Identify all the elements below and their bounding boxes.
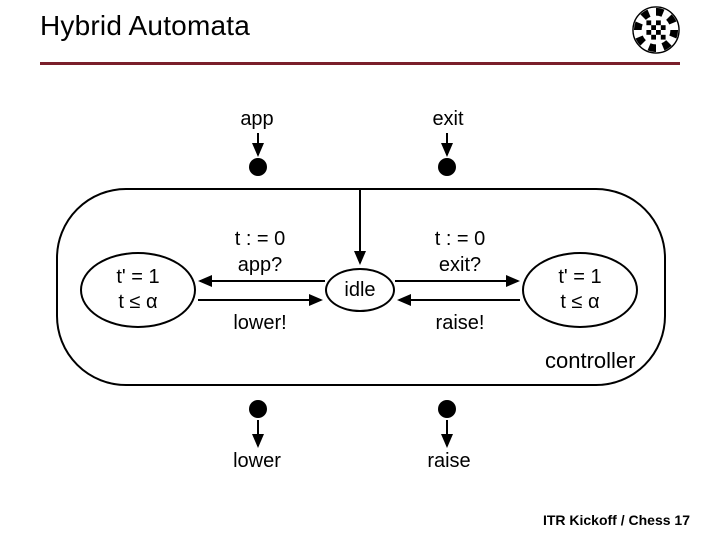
transition-guard-left: app? [220, 254, 300, 277]
transition-guard-right: exit? [420, 254, 500, 277]
port-raise [438, 400, 456, 418]
port-app [249, 158, 267, 176]
transition-reset-left: t : = 0 [220, 228, 300, 251]
state-idle-label: idle [344, 279, 375, 302]
output-label-lower: lower [222, 450, 292, 473]
header-rule [40, 62, 680, 65]
page-title: Hybrid Automata [40, 10, 680, 42]
state-left-line1: t' = 1 [116, 266, 159, 289]
state-left: t' = 1 t ≤ α [80, 252, 196, 328]
footer-page: 17 [674, 512, 690, 528]
state-right-line1: t' = 1 [558, 266, 601, 289]
transition-action-left: lower! [220, 312, 300, 335]
port-exit [438, 158, 456, 176]
chess-logo-icon [632, 6, 680, 54]
state-idle: idle [325, 268, 395, 312]
port-lower [249, 400, 267, 418]
state-right-line2: t ≤ α [560, 291, 599, 314]
footer-venue: ITR Kickoff / Chess [543, 512, 671, 528]
controller-label: controller [545, 348, 635, 374]
input-label-exit: exit [418, 108, 478, 131]
state-right: t' = 1 t ≤ α [522, 252, 638, 328]
output-label-raise: raise [414, 450, 484, 473]
transition-action-right: raise! [420, 312, 500, 335]
input-label-app: app [227, 108, 287, 131]
footer: ITR Kickoff / Chess 17 [543, 512, 690, 528]
transition-reset-right: t : = 0 [420, 228, 500, 251]
state-left-line2: t ≤ α [118, 291, 157, 314]
